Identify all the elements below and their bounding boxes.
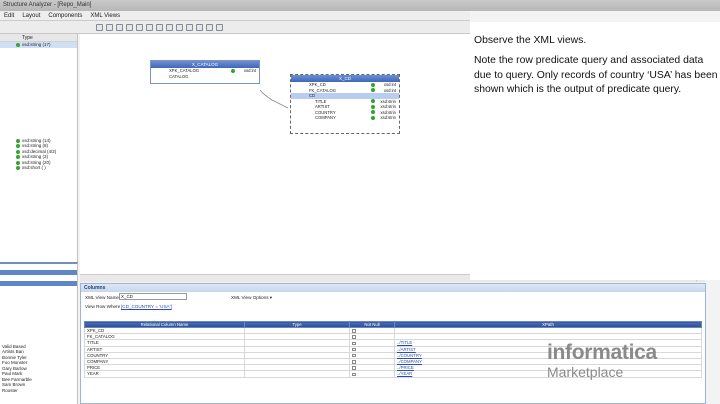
columns-panel: Columns XML View Name X_CD XML View Opti… <box>80 283 706 404</box>
menu-layout[interactable]: Layout <box>18 11 44 20</box>
status-dot-icon <box>16 43 20 47</box>
toolbar-icon[interactable] <box>136 23 143 31</box>
xml-source-title: X_CATALOG <box>151 61 259 68</box>
toolbar-icon[interactable] <box>186 23 193 31</box>
toolbar-icon[interactable] <box>106 23 113 31</box>
not-null-checkbox[interactable] <box>352 360 356 364</box>
not-null-checkbox[interactable] <box>352 372 356 377</box>
view-name-row: XML View Name X_CD XML View Options ▾ <box>81 292 705 302</box>
row-where-row: View Row Where [CD_COUNTRY = 'USA'] <box>81 302 705 310</box>
toolbar <box>0 21 470 34</box>
xml-source-node[interactable]: X_CATALOG XPK_CATALOG xsd:int CATALOG <box>150 60 260 84</box>
annotation-callout: Observe the XML views. Note the row pred… <box>470 22 720 280</box>
status-dot-icon <box>231 68 235 73</box>
type-column-header: Type <box>0 34 77 42</box>
status-dot-icon <box>371 99 375 104</box>
toolbar-icon[interactable] <box>196 23 203 31</box>
not-null-checkbox[interactable] <box>352 366 356 370</box>
toolbar-icon[interactable] <box>146 23 153 31</box>
xml-view-title: X_CD <box>291 75 399 82</box>
toolbar-icon[interactable] <box>176 23 183 31</box>
not-null-checkbox[interactable] <box>352 329 356 333</box>
xml-view-node[interactable]: X_CD XPK_CD xsd:int FK_CATALOG xsd:int CD … <box>290 74 400 134</box>
toolbar-icon[interactable] <box>116 23 123 31</box>
status-dot-icon <box>16 160 20 165</box>
annotation-line-2: Note the row predicate query and associa… <box>474 55 718 95</box>
xml-node-row[interactable]: CATALOG <box>151 74 259 80</box>
status-dot-icon <box>16 138 20 143</box>
row-where-link[interactable]: [CD_COUNTRY = 'USA'] <box>121 304 172 309</box>
status-dot-icon <box>371 82 375 87</box>
menu-components[interactable]: Components <box>44 11 86 20</box>
toolbar-icon[interactable] <box>126 23 133 31</box>
view-name-label: XML View Name <box>85 295 119 300</box>
type-tree-panel: Type xsd:string (17) xsd:string (14) xsd… <box>0 34 78 262</box>
toolbar-icon[interactable] <box>156 23 163 31</box>
not-null-checkbox[interactable] <box>352 347 356 352</box>
window-title-bar: Structure Analyzer - [Repo_Main] <box>0 0 720 11</box>
toolbar-icon[interactable] <box>166 23 173 31</box>
view-name-input[interactable]: X_CD <box>119 293 187 300</box>
not-null-checkbox[interactable] <box>352 335 356 339</box>
status-dot-icon <box>16 155 20 159</box>
tree-item[interactable]: xsd:short ( ) <box>0 165 77 171</box>
status-dot-icon <box>16 149 20 154</box>
status-dot-icon <box>16 166 20 170</box>
toolbar-icon[interactable] <box>96 23 103 31</box>
not-null-checkbox[interactable] <box>352 353 356 358</box>
status-dot-icon <box>371 115 375 120</box>
xml-node-row[interactable]: COMPANY xsd:strin <box>291 115 399 121</box>
toolbar-icon[interactable] <box>216 23 223 31</box>
not-null-checkbox[interactable] <box>352 341 356 346</box>
columns-table: Relational Column Name Type Not Null XPa… <box>84 321 702 378</box>
list-item[interactable]: Rooster <box>0 388 77 394</box>
annotation-line-1: Observe the XML views. <box>474 35 587 46</box>
row-where-label: View Row Where <box>85 304 121 309</box>
data-preview-panel: Valid Based Artists Ban Bonnie Tyler Foo… <box>0 262 78 404</box>
menu-edit[interactable]: Edit <box>0 11 18 20</box>
status-dot-icon <box>371 110 375 115</box>
view-options-dropdown[interactable]: XML View Options ▾ <box>231 295 272 301</box>
tree-item[interactable]: xsd:string (17) <box>0 42 77 48</box>
menu-bar: Edit Layout Components XML Views <box>0 11 470 21</box>
window-title: Structure Analyzer - [Repo_Main] <box>3 2 92 8</box>
status-dot-icon <box>16 144 20 148</box>
toolbar-icon[interactable] <box>206 23 213 31</box>
menu-xml-views[interactable]: XML Views <box>86 11 124 20</box>
status-dot-icon <box>371 104 375 109</box>
status-dot-icon <box>371 88 375 93</box>
table-row[interactable]: YEAR ../YEAR <box>84 370 702 378</box>
columns-panel-title: Columns <box>81 284 705 292</box>
